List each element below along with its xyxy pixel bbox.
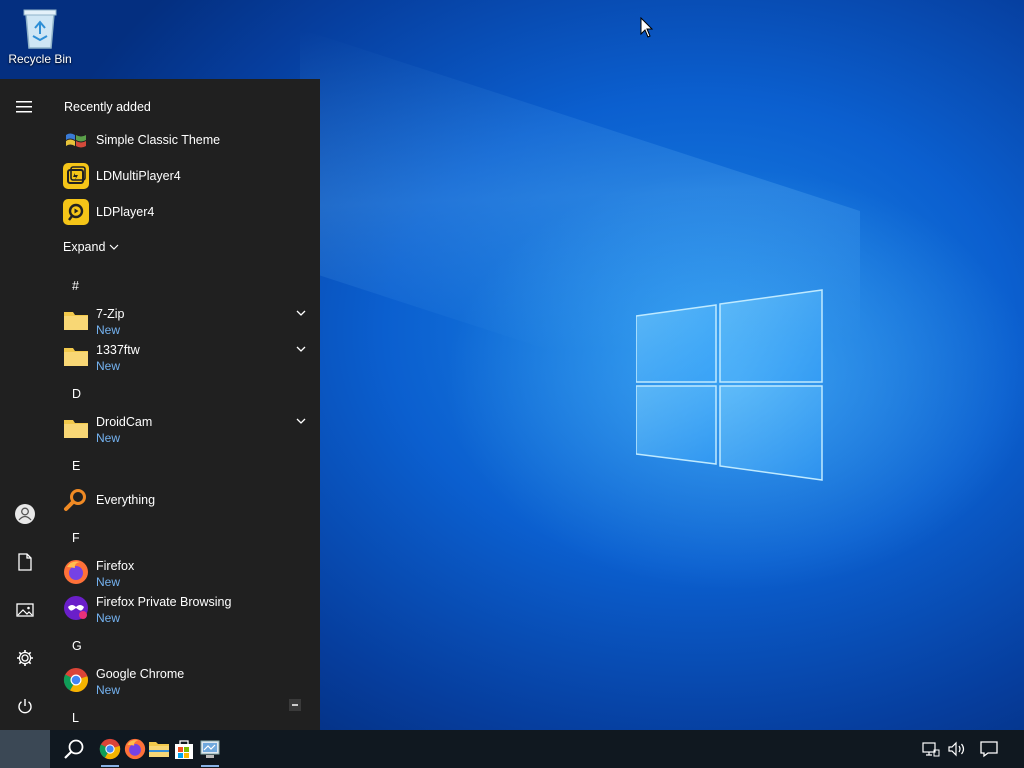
firefox-private-icon xyxy=(64,596,88,620)
app-name: LDMultiPlayer4 xyxy=(96,169,181,183)
app-name: Google Chrome xyxy=(96,667,185,681)
app-7-zip[interactable]: 7-Zip New xyxy=(50,302,308,338)
notification-icon xyxy=(980,741,998,758)
taskbar-store[interactable] xyxy=(171,730,197,768)
folder-icon xyxy=(64,348,88,366)
new-badge: New xyxy=(96,431,121,445)
store-icon xyxy=(175,740,193,759)
group-letter[interactable]: E xyxy=(72,459,80,473)
firefox-icon xyxy=(124,738,146,760)
minus-icon xyxy=(292,704,298,706)
start-button[interactable] xyxy=(0,730,50,768)
recycle-bin[interactable]: Recycle Bin xyxy=(4,6,76,66)
app-google-chrome[interactable]: Google Chrome New xyxy=(50,662,308,698)
action-center-button[interactable] xyxy=(974,730,1004,768)
chrome-icon xyxy=(63,668,88,692)
app-name: LDPlayer4 xyxy=(96,205,155,219)
app-droidcam[interactable]: DroidCam New xyxy=(50,410,308,446)
hamburger-icon xyxy=(16,101,32,113)
power-button[interactable] xyxy=(0,686,50,726)
taskbar-control-panel[interactable] xyxy=(197,730,223,768)
expand-menu-button[interactable] xyxy=(0,87,50,127)
taskbar-firefox[interactable] xyxy=(123,730,147,768)
recycle-bin-icon xyxy=(23,9,57,49)
magnifier-icon xyxy=(64,489,86,511)
app-name: 1337ftw xyxy=(96,343,140,357)
file-explorer-icon xyxy=(149,742,169,757)
windows-logo xyxy=(636,289,823,481)
app-name: Everything xyxy=(96,493,156,507)
documents-button[interactable] xyxy=(0,542,50,582)
group-letter[interactable]: # xyxy=(72,279,79,293)
network-icon xyxy=(922,742,940,757)
group-letter[interactable]: F xyxy=(72,531,80,545)
chevron-down-icon[interactable] xyxy=(294,342,308,356)
taskbar-chrome[interactable] xyxy=(97,730,123,768)
new-badge: New xyxy=(96,575,121,589)
volume-icon xyxy=(948,741,965,757)
app-name: Simple Classic Theme xyxy=(96,133,221,147)
control-panel-icon xyxy=(200,740,220,758)
chevron-down-icon xyxy=(109,244,119,250)
settings-icon xyxy=(17,650,33,666)
app-1337ftw[interactable]: 1337ftw New xyxy=(50,338,308,374)
group-letter[interactable]: D xyxy=(72,387,81,401)
network-tray[interactable] xyxy=(918,730,944,768)
app-name: DroidCam xyxy=(96,415,153,429)
new-badge: New xyxy=(96,359,121,373)
new-badge: New xyxy=(96,611,121,625)
volume-tray[interactable] xyxy=(944,730,970,768)
pictures-button[interactable] xyxy=(0,590,50,630)
new-badge: New xyxy=(96,683,121,697)
app-name: 7-Zip xyxy=(96,307,125,321)
scrollbar-button[interactable] xyxy=(289,699,301,711)
chrome-icon xyxy=(99,738,121,760)
taskbar-file-explorer[interactable] xyxy=(147,730,171,768)
ldplayer-icon xyxy=(63,199,89,225)
expand-button[interactable]: Expand xyxy=(63,240,119,254)
start-menu: Recently added Simple Classic Theme LDMu… xyxy=(0,79,320,730)
app-firefox-private-browsing[interactable]: Firefox Private Browsing New xyxy=(50,590,308,626)
app-name: Firefox xyxy=(96,559,135,573)
search-button[interactable] xyxy=(56,730,92,768)
chevron-down-icon[interactable] xyxy=(294,306,308,320)
mouse-cursor-icon xyxy=(640,17,654,38)
new-badge: New xyxy=(96,323,121,337)
group-letter[interactable]: L xyxy=(72,711,79,725)
start-menu-rail xyxy=(0,79,50,730)
group-letter[interactable]: G xyxy=(72,639,82,653)
app-simple-classic-theme[interactable]: Simple Classic Theme xyxy=(50,122,308,158)
power-icon xyxy=(18,699,32,714)
app-ldmultiplayer4[interactable]: LDMultiPlayer4 xyxy=(50,158,308,194)
app-everything[interactable]: Everything xyxy=(50,482,308,518)
settings-button[interactable] xyxy=(0,638,50,678)
app-ldplayer4[interactable]: LDPlayer4 xyxy=(50,194,308,230)
windows-flag-icon xyxy=(66,133,86,148)
recycle-bin-label: Recycle Bin xyxy=(8,52,72,66)
folder-icon xyxy=(64,420,88,438)
running-indicator xyxy=(101,765,119,767)
user-icon xyxy=(15,504,35,524)
recently-added-title: Recently added xyxy=(64,100,151,114)
firefox-icon xyxy=(64,560,88,584)
expand-label: Expand xyxy=(63,240,106,254)
documents-icon xyxy=(18,553,32,571)
user-account-button[interactable] xyxy=(0,494,50,534)
pictures-icon xyxy=(16,603,34,617)
taskbar xyxy=(0,730,1024,768)
ldmultiplayer-icon xyxy=(63,163,89,189)
folder-icon xyxy=(64,312,88,330)
app-firefox[interactable]: Firefox New xyxy=(50,554,308,590)
running-indicator xyxy=(201,765,219,767)
app-name: Firefox Private Browsing xyxy=(96,595,232,609)
app-list: Recently added Simple Classic Theme LDMu… xyxy=(50,79,320,730)
search-icon xyxy=(64,739,84,759)
chevron-down-icon[interactable] xyxy=(294,414,308,428)
